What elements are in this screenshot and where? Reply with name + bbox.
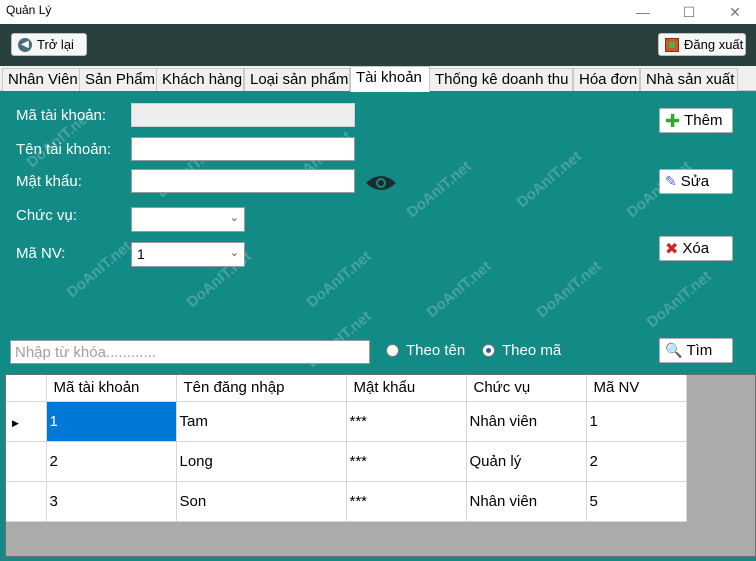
delete-button[interactable]: ✖ Xóa: [659, 236, 733, 261]
table-row[interactable]: ▶ 1 Tam *** Nhân viên 1: [6, 401, 687, 442]
table-cell[interactable]: Quản lý: [466, 441, 587, 482]
table-cell[interactable]: 2: [586, 441, 687, 482]
title-bar: Quản Lý — ☐ ✕: [0, 0, 756, 24]
column-header[interactable]: Chức vụ: [466, 375, 587, 402]
row-header[interactable]: ▶: [6, 401, 47, 442]
table-cell[interactable]: 2: [46, 441, 177, 482]
column-header[interactable]: Mật khẩu: [346, 375, 467, 402]
radio-circle[interactable]: [386, 344, 399, 357]
search-icon: 🔍: [665, 342, 683, 358]
close-button[interactable]: ✕: [712, 0, 756, 24]
tab-nha-san-xuat[interactable]: Nhà sản xuất: [640, 68, 738, 91]
table-cell[interactable]: 1: [46, 401, 177, 442]
watermark: DoAnIT.net: [533, 257, 605, 322]
radio-by-name[interactable]: Theo tên: [386, 342, 465, 359]
role-label: Chức vụ:: [16, 207, 77, 224]
role-select[interactable]: ⌄: [131, 207, 245, 232]
watermark: DoAnIT.net: [63, 237, 135, 302]
column-header[interactable]: Mã NV: [586, 375, 687, 402]
window-title: Quản Lý: [6, 3, 52, 17]
radio-by-name-label: Theo tên: [406, 342, 466, 359]
account-id-label: Mã tài khoản:: [16, 107, 107, 124]
tab-nhan-vien[interactable]: Nhân Viên: [2, 68, 80, 91]
radio-by-id[interactable]: Theo mã: [482, 342, 561, 359]
watermark: DoAnIT.net: [513, 147, 585, 212]
edit-button[interactable]: ✎ Sửa: [659, 169, 733, 194]
table-cell[interactable]: ***: [346, 441, 467, 482]
account-id-field[interactable]: [131, 103, 355, 127]
tab-thong-ke-doanh-thu[interactable]: Thống kê doanh thu: [429, 68, 573, 91]
table-cell[interactable]: 5: [586, 481, 687, 522]
logout-button-label: Đăng xuất: [684, 37, 744, 52]
password-label: Mật khẩu:: [16, 173, 82, 190]
add-button-label: Thêm: [684, 112, 723, 129]
table-header-row: Mã tài khoản Tên đăng nhập Mật khẩu Chức…: [6, 375, 687, 402]
row-header[interactable]: [6, 481, 47, 522]
column-header[interactable]: Tên đăng nhập: [176, 375, 347, 402]
watermark: DoAnIT.net: [403, 157, 475, 222]
radio-circle-checked[interactable]: [482, 344, 495, 357]
radio-by-id-label: Theo mã: [502, 342, 562, 359]
delete-x-icon: ✖: [665, 240, 679, 258]
accounts-grid[interactable]: Mã tài khoản Tên đăng nhập Mật khẩu Chức…: [5, 374, 756, 557]
add-button[interactable]: ✚ Thêm: [659, 108, 733, 133]
account-panel: DoAnIT.net DoAnIT.net DoAnIT.net DoAnIT.…: [0, 91, 756, 561]
logout-button[interactable]: Đăng xuất: [658, 33, 746, 56]
arrow-left-icon: ◀: [18, 37, 32, 52]
plus-icon: ✚: [665, 110, 681, 131]
back-button[interactable]: ◀ Trở lại: [11, 33, 87, 56]
find-button[interactable]: 🔍 Tìm: [659, 338, 733, 363]
maximize-button[interactable]: ☐: [666, 0, 712, 24]
header-bar: ◀ Trở lại Đăng xuất: [0, 24, 756, 66]
chevron-down-icon: ⌄: [229, 247, 239, 259]
delete-button-label: Xóa: [682, 240, 710, 257]
table-row[interactable]: 2 Long *** Quản lý 2: [6, 441, 687, 482]
employee-id-select[interactable]: 1 ⌄: [131, 242, 245, 267]
employee-id-select-value: 1: [137, 246, 145, 262]
chevron-down-icon: ⌄: [229, 212, 239, 224]
row-header[interactable]: [6, 441, 47, 482]
tab-khach-hang[interactable]: Khách hàng: [156, 68, 244, 91]
back-button-label: Trở lại: [37, 37, 74, 52]
table-cell[interactable]: ***: [346, 401, 467, 442]
pencil-icon: ✎: [665, 173, 677, 189]
watermark: DoAnIT.net: [423, 257, 495, 322]
tab-hoa-don[interactable]: Hóa đơn: [573, 68, 640, 91]
minimize-button[interactable]: —: [620, 0, 666, 24]
username-label: Tên tài khoản:: [16, 141, 112, 158]
password-field[interactable]: [131, 169, 355, 193]
table-cell[interactable]: ***: [346, 481, 467, 522]
tab-strip: Nhân Viên Sản Phẩm Khách hàng Loại sản p…: [0, 66, 756, 92]
eye-icon[interactable]: [365, 173, 397, 193]
username-field[interactable]: [131, 137, 355, 161]
watermark: DoAnIT.net: [303, 247, 375, 312]
tab-san-pham[interactable]: Sản Phẩm: [79, 68, 157, 91]
column-header[interactable]: Mã tài khoản: [46, 375, 177, 402]
current-row-arrow-icon: ▶: [12, 417, 19, 428]
table-cell[interactable]: Nhân viên: [466, 401, 587, 442]
tab-loai-san-pham[interactable]: Loại sản phẩm: [244, 68, 350, 91]
table-cell[interactable]: 1: [586, 401, 687, 442]
find-button-label: Tìm: [686, 342, 713, 359]
employee-id-label: Mã NV:: [16, 245, 66, 262]
table-cell[interactable]: Son: [176, 481, 347, 522]
logout-door-icon: [665, 37, 679, 52]
table-cell[interactable]: Long: [176, 441, 347, 482]
search-input[interactable]: [10, 340, 370, 364]
watermark: DoAnIT.net: [643, 267, 715, 332]
table-row[interactable]: 3 Son *** Nhân viên 5: [6, 481, 687, 522]
accounts-table: Mã tài khoản Tên đăng nhập Mật khẩu Chức…: [6, 375, 687, 522]
tab-tai-khoan[interactable]: Tài khoản: [350, 66, 430, 92]
table-cell[interactable]: Tam: [176, 401, 347, 442]
table-cell[interactable]: Nhân viên: [466, 481, 587, 522]
table-cell[interactable]: 3: [46, 481, 177, 522]
edit-button-label: Sửa: [680, 173, 710, 190]
row-header-corner: [6, 375, 47, 402]
